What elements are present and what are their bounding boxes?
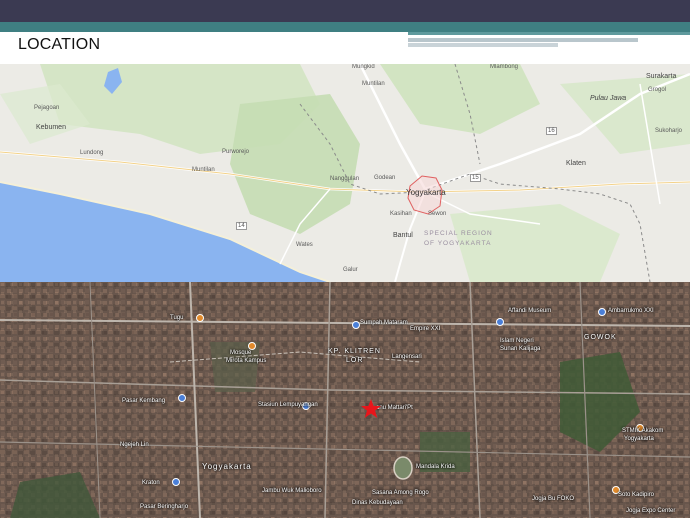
sat-label-ngejeh: Ngejeh Lin — [120, 442, 149, 448]
header-grey-strip-2 — [408, 43, 558, 47]
map-label-bantul: Bantul — [393, 232, 413, 239]
map-label-pejagoan: Pejagoan — [34, 105, 60, 111]
sat-label-jogja-bu: Jogja Bu FOKO — [532, 496, 575, 502]
poi-marker[interactable] — [352, 321, 360, 329]
sat-label-kraton: Kraton — [142, 480, 160, 486]
sat-label-lempuyangan: Stasiun Lempuyangan — [258, 402, 318, 408]
sat-label-pasar-beringharjo: Pasar Beringharjo — [140, 504, 189, 510]
header-banner — [0, 0, 690, 22]
map-label-purworejo: Purworejo — [222, 149, 250, 155]
satellite-map[interactable]: Tugu Sumpah Mataram Affandi Museum Ambar… — [0, 282, 690, 518]
sat-label-jogja-expo: Jogja Expo Center — [626, 508, 676, 514]
map-label-godean: Godean — [374, 175, 396, 181]
map-label-muntilan: Muntilan — [192, 167, 215, 173]
map-label-yogyakarta: Yogyakarta — [406, 188, 446, 197]
poi-marker[interactable] — [172, 478, 180, 486]
map-label-wates: Wates — [296, 242, 313, 248]
map-label-lundong: Lundong — [80, 150, 104, 156]
map-label-grogol: Grogol — [648, 87, 667, 93]
map-label-klaten: Klaten — [566, 160, 586, 167]
poi-marker[interactable] — [178, 394, 186, 402]
sat-label-tugu: Tugu — [170, 315, 184, 321]
sat-label-stmik: STMIK Akakom — [622, 428, 664, 434]
map-label-pulau-jawa: Pulau Jawa — [590, 95, 627, 102]
map-label-galur: Galur — [343, 267, 358, 273]
sat-label-dinas: Dinas Kebudayaan — [352, 500, 403, 506]
sat-label-affandi: Affandi Museum — [508, 308, 552, 314]
poi-marker[interactable] — [196, 314, 204, 322]
poi-marker[interactable] — [496, 318, 504, 326]
map-label-surakarta: Surakarta — [646, 73, 677, 80]
sat-label-yogyakarta-kota: Yogyakarta — [624, 436, 654, 442]
page-title: LOCATION — [18, 36, 101, 53]
map-label-mlambong: Mlambong — [490, 64, 519, 70]
sat-label-mirota: Mirota Kampus — [226, 358, 267, 364]
sat-label-sasana: Sasana Among Rogo — [372, 490, 429, 496]
sat-label-islam-negeri: Islam Negeri — [500, 338, 534, 344]
header-accent-line — [408, 32, 690, 35]
map-label-special-region-1: SPECIAL REGION — [424, 230, 493, 237]
poi-marker[interactable] — [598, 308, 606, 316]
header-grey-strip — [408, 38, 638, 42]
map-label-special-region-2: OF YOGYAKARTA — [424, 240, 492, 247]
map-label-nanggulan: Nanggulan — [330, 176, 360, 182]
road-shield-15: 15 — [470, 174, 481, 182]
map-label-sukoharjo: Sukoharjo — [655, 128, 683, 134]
map-label-mungkid: Mungkid — [352, 64, 375, 70]
sat-label-sumpah: Sumpah Mataram — [360, 320, 408, 326]
regional-map[interactable]: Mungkid Muntilan Mlambong Surakarta Grog… — [0, 64, 690, 282]
map-label-kebumen: Kebumen — [36, 124, 66, 131]
satellite-map-graphic — [0, 282, 690, 518]
sat-label-mandala-krida: Mandala Krida — [416, 464, 455, 470]
map-label-kasihan: Kasihan — [390, 211, 412, 217]
sat-label-ambarrukmo: Ambarrukmo XXI — [608, 308, 654, 314]
sat-label-kp-klitren: KP. KLITREN — [328, 348, 381, 355]
sat-label-sunan-kalijaga: Sunan Kalijaga — [500, 346, 541, 352]
header-accent-band — [0, 22, 690, 32]
map-label-sewon: Sewon — [428, 211, 447, 217]
sat-label-jambu: Jambu Wuk Malioboro — [262, 488, 322, 494]
sat-label-empire: Empire XXI — [410, 326, 441, 332]
map-label-muntilan-north: Muntilan — [362, 81, 385, 87]
sat-label-yogyakarta: Yogyakarta — [202, 462, 252, 471]
location-star-icon[interactable] — [360, 398, 382, 420]
sat-label-gowok: GOWOK — [584, 334, 617, 341]
road-shield-14: 14 — [236, 222, 247, 230]
sat-label-lor: LOR — [346, 357, 364, 364]
sat-label-langensari: Langensari — [392, 354, 422, 360]
poi-marker[interactable] — [248, 342, 256, 350]
regional-map-graphic — [0, 64, 690, 282]
road-shield-16: 16 — [546, 127, 557, 135]
sat-label-masjid: Mosque — [230, 350, 252, 356]
sat-label-pasar-kembang: Pasar Kembang — [122, 398, 166, 404]
sat-label-soto: Soto Kadipiro — [618, 492, 655, 498]
